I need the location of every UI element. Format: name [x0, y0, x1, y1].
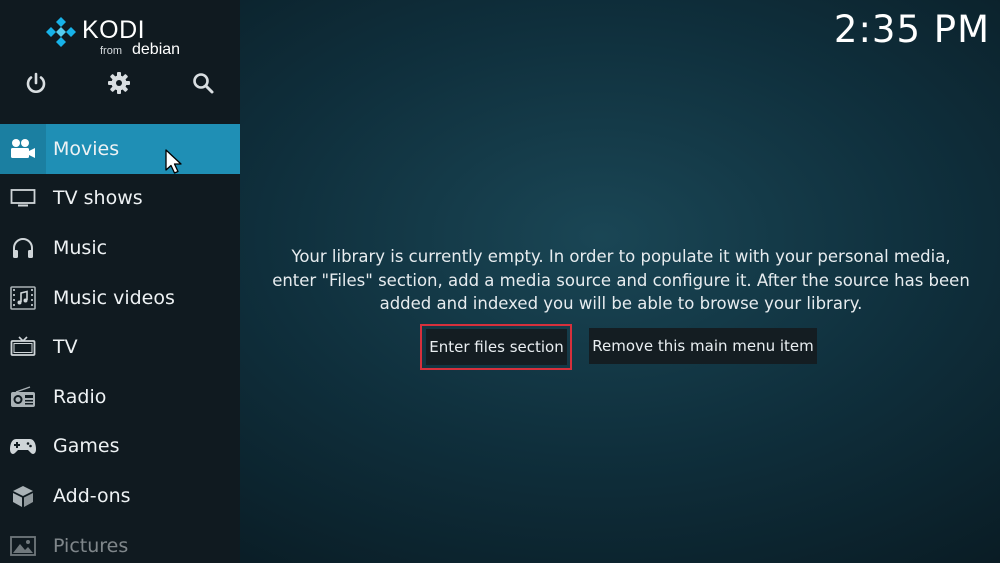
sidebar-item-label: Music	[53, 236, 108, 259]
power-icon[interactable]	[23, 70, 49, 96]
main-menu: Movies TV shows Music Music videos TV Ra…	[0, 124, 240, 563]
box-icon	[13, 485, 33, 507]
gear-icon[interactable]	[106, 70, 132, 96]
remove-menu-item-button[interactable]: Remove this main menu item	[589, 328, 817, 364]
enter-files-section-button[interactable]: Enter files section	[426, 329, 567, 365]
sidebar-item-label: Pictures	[53, 534, 129, 557]
sidebar-item-label: Music videos	[53, 286, 175, 309]
sidebar-item-add-ons[interactable]: Add-ons	[0, 471, 240, 521]
logo-from-text: from	[100, 45, 122, 57]
kodi-diamond-logo-icon	[46, 17, 76, 47]
sidebar-item-pictures[interactable]: Pictures	[0, 521, 240, 563]
sidebar-item-games[interactable]: Games	[0, 422, 240, 472]
search-icon[interactable]	[190, 70, 216, 96]
empty-library-message: Your library is currently empty. In orde…	[272, 247, 970, 313]
mouse-cursor-icon	[165, 149, 182, 174]
sidebar-item-music[interactable]: Music	[0, 223, 240, 273]
headphones-icon	[13, 237, 33, 258]
top-icon-bar	[0, 70, 240, 96]
movie-camera-icon	[11, 138, 35, 158]
sidebar-item-tv-shows[interactable]: TV shows	[0, 174, 240, 224]
sidebar-item-tv[interactable]: TV	[0, 322, 240, 372]
gamepad-icon	[10, 439, 36, 455]
sidebar-item-label: Radio	[53, 385, 107, 408]
sidebar-item-label: Add-ons	[53, 484, 131, 507]
radio-icon	[11, 386, 35, 407]
sidebar-item-label: TV	[53, 336, 78, 359]
sidebar-item-radio[interactable]: Radio	[0, 372, 240, 422]
monitor-icon	[10, 189, 36, 207]
logo-distro-text: debian	[132, 41, 181, 58]
clock: 2:35 PM	[833, 8, 990, 51]
sidebar: KODI from debian Movies TV shows Music M…	[0, 0, 240, 563]
sidebar-item-label: Movies	[53, 137, 120, 160]
sidebar-item-label: TV shows	[53, 187, 143, 210]
kodi-logo: KODI from debian	[46, 14, 186, 62]
sidebar-item-music-videos[interactable]: Music videos	[0, 273, 240, 323]
tv-icon	[10, 336, 36, 357]
film-note-icon	[10, 285, 36, 310]
sidebar-item-movies[interactable]: Movies	[0, 124, 240, 174]
sidebar-item-label: Games	[53, 435, 120, 458]
picture-icon	[10, 535, 36, 556]
